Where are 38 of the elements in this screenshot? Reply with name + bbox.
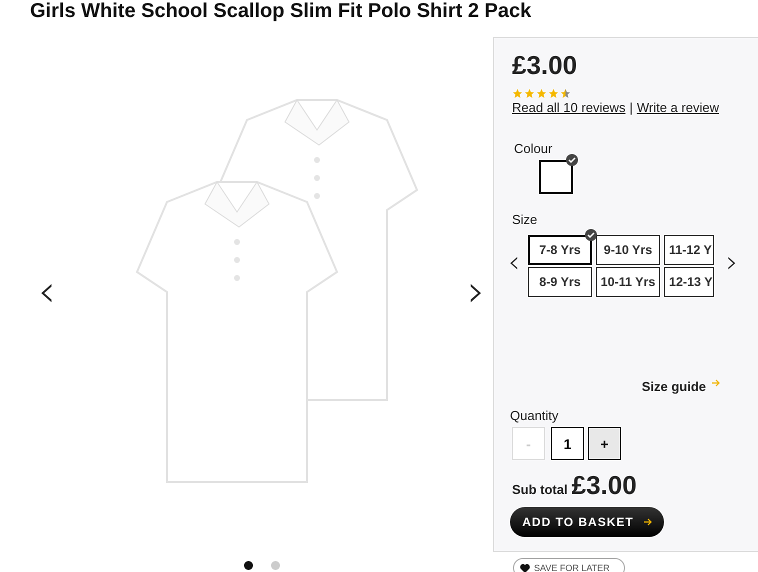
subtotal-value: £3.00 <box>572 470 637 501</box>
next-image-button[interactable]: › <box>463 270 489 314</box>
sizes-next-button[interactable]: › <box>722 248 742 278</box>
colour-swatch[interactable] <box>539 160 573 194</box>
arrow-right-icon <box>712 379 720 387</box>
size-option[interactable]: 10-11 Yrs <box>596 267 660 297</box>
check-badge-icon <box>566 154 578 166</box>
subtotal-label: Sub total <box>512 482 568 497</box>
write-review-link[interactable]: Write a review <box>636 100 719 115</box>
size-option[interactable]: 8-9 Yrs <box>528 267 592 297</box>
link-separator: | <box>629 100 633 115</box>
quantity-label: Quantity <box>510 408 560 423</box>
star-icon <box>548 88 559 99</box>
quantity-field[interactable]: 1 <box>551 427 584 460</box>
check-badge-icon <box>585 229 597 241</box>
size-option[interactable]: 9-10 Yrs <box>596 235 660 265</box>
product-title: Girls White School Scallop Slim Fit Polo Shirt 2 Pack <box>29 0 532 24</box>
size-option[interactable]: 11-12 Y <box>664 235 714 265</box>
previous-image-button[interactable]: ‹ <box>34 270 60 314</box>
carousel-dot[interactable] <box>244 561 252 570</box>
arrow-right-icon <box>644 518 652 526</box>
save-for-later-button[interactable]: SAVE FOR LATER <box>513 558 625 572</box>
colour-label: Colour <box>514 141 554 156</box>
star-icon <box>512 88 523 99</box>
size-label: Size <box>512 212 538 227</box>
read-reviews-link[interactable]: Read all 10 reviews <box>512 100 626 115</box>
star-icon <box>560 88 571 99</box>
carousel-dot[interactable] <box>270 561 280 570</box>
size-option[interactable]: 12-13 Y <box>664 267 714 297</box>
size-guide-link[interactable]: Size guide <box>642 379 720 394</box>
price: £3.00 <box>512 50 578 81</box>
add-to-basket-button[interactable]: ADD TO BASKET <box>510 507 664 537</box>
star-icon <box>524 88 535 99</box>
size-option[interactable]: 7-8 Yrs <box>528 235 592 265</box>
heart-icon <box>520 564 530 572</box>
star-icon <box>536 88 547 99</box>
increase-quantity-button[interactable]: + <box>588 427 621 460</box>
sizes-previous-button[interactable]: ‹ <box>504 248 524 278</box>
